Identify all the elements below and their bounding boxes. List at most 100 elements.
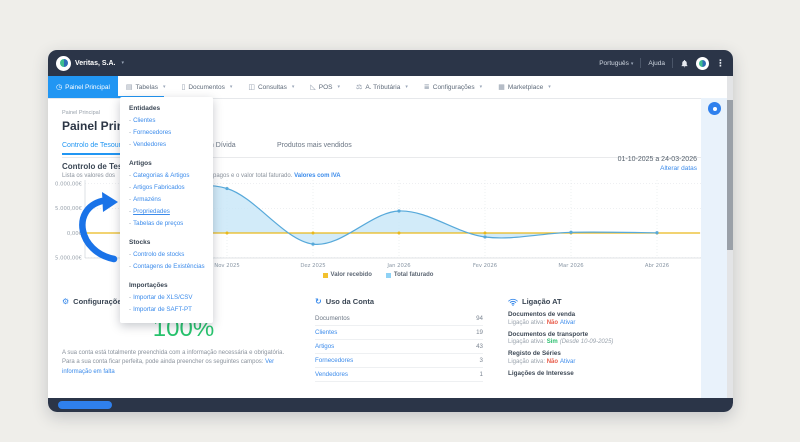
menu-section-entidades: Entidades <box>129 105 161 112</box>
language-selector[interactable]: Português ▾ <box>599 60 633 67</box>
status-value: Sim <box>546 339 558 345</box>
menu-item-artigos-fabricados[interactable]: - Artigos Fabricados <box>129 182 204 194</box>
company-name: Veritas, S.A. <box>75 59 116 67</box>
nav-item-label: Configurações <box>432 83 475 91</box>
chevron-down-icon: ▾ <box>229 84 233 90</box>
chevron-down-icon: ▾ <box>162 84 166 90</box>
kebab-menu-icon[interactable]: ⋮ <box>716 58 725 69</box>
scrollbar[interactable] <box>727 76 733 398</box>
legend-item-total-faturado: Total faturado <box>385 272 433 278</box>
scrollbar-thumb[interactable] <box>727 100 733 250</box>
breadcrumb[interactable]: Painel Principal <box>62 110 100 116</box>
usage-value: 43 <box>476 343 483 350</box>
menu-item-controlo-de-stocks[interactable]: - Controlo de stocks <box>129 249 204 261</box>
svg-text:Nov 2025: Nov 2025 <box>214 263 240 269</box>
notifications-bell-icon[interactable] <box>680 59 689 68</box>
nav-item-tabelas[interactable]: ▤ Tabelas ▾ <box>118 76 174 98</box>
usage-value: 3 <box>479 357 483 364</box>
date-range: 01-10-2025 a 24-03-2026 <box>617 156 697 163</box>
footer-chat-button[interactable] <box>58 401 112 409</box>
status-value: Não <box>546 319 559 326</box>
chevron-down-icon: ▾ <box>630 60 634 67</box>
at-entry-registo-de-series: Registo de Séries Ligação ativa: Não Ativa… <box>508 350 708 365</box>
usage-label[interactable]: Fornecedores <box>315 357 353 364</box>
nav-item-documentos[interactable]: ▯ Documentos ▾ <box>173 76 240 98</box>
logo-emblem-icon <box>59 59 68 67</box>
at-entry-documentos-de-venda: Documentos de venda Ligação ativa: Não Ati… <box>508 311 708 326</box>
menu-item-fornecedores[interactable]: - Fornecedores <box>129 127 204 139</box>
menu-item-armazens[interactable]: - Armazéns <box>129 194 204 206</box>
document-icon: ▯ <box>181 84 186 91</box>
usage-row-fornecedores[interactable]: Fornecedores 3 <box>315 354 483 368</box>
usage-label[interactable]: Artigos <box>315 343 334 350</box>
tab-produtos-mais-vendidos[interactable]: Produtos mais vendidos <box>277 142 352 153</box>
usage-label[interactable]: Clientes <box>315 329 337 336</box>
at-entry-ligacoes-de-interesse: Ligações de Interesse <box>508 370 708 377</box>
collapse-panel-button[interactable] <box>708 102 721 115</box>
usage-row-vendedores[interactable]: Vendedores 1 <box>315 368 483 382</box>
settings-sliders-icon: ≣ <box>423 84 430 91</box>
chevron-down-icon: ▾ <box>291 84 295 90</box>
arrowhead-icon <box>102 192 118 212</box>
annotation-arrow <box>79 192 118 263</box>
at-entry-title: Documentos de transporte <box>508 330 589 338</box>
nav-item-label: Consultas <box>257 83 287 91</box>
menu-item-vendedores[interactable]: - Vendedores <box>129 139 204 151</box>
company-switcher[interactable]: Veritas, S.A. ▾ <box>56 55 124 71</box>
wifi-icon <box>508 298 518 306</box>
nav-item-marketplace[interactable]: ▦ Marketplace ▾ <box>490 76 559 98</box>
nav-item-painel-principal[interactable]: ◷ Painel Principal <box>48 76 118 98</box>
at-entry-status: Ligação ativa: Não Ativar <box>508 358 576 365</box>
activate-link[interactable]: Ativar <box>560 320 575 326</box>
nav-item-pos[interactable]: ◺ POS ▾ <box>302 76 348 98</box>
menu-item-categorias-artigos[interactable]: - Categorias & Artigos <box>129 170 204 182</box>
at-widget-title: Ligação AT <box>522 297 562 306</box>
chevron-down-icon: ▾ <box>405 84 408 90</box>
svg-text:Abr 2026: Abr 2026 <box>645 263 670 269</box>
usage-label: Documentos <box>315 315 350 322</box>
nav-item-label: Marketplace <box>507 83 544 91</box>
svg-text:Dez 2025: Dez 2025 <box>300 263 325 269</box>
at-entry-documentos-de-transporte: Documentos de transporte Ligação ativa: S… <box>508 331 708 346</box>
tax-authority-icon: ⚖ <box>356 84 363 91</box>
legend-swatch-icon <box>322 272 328 278</box>
usage-label[interactable]: Vendedores <box>315 371 348 378</box>
tabelas-dropdown-menu: Entidades - Clientes - Fornecedores - Vendedor… <box>120 97 213 323</box>
nav-item-consultas[interactable]: ◫ Consultas ▾ <box>240 76 302 98</box>
refresh-circle-icon: ↻ <box>315 297 322 306</box>
usage-widget-title: Uso da Conta <box>325 297 375 306</box>
dot-icon <box>712 106 717 111</box>
tables-icon: ▤ <box>125 84 133 91</box>
chevron-down-icon: ▾ <box>479 84 483 90</box>
menu-item-tabelas-de-precos[interactable]: - Tabelas de preços <box>129 218 204 230</box>
company-logo <box>56 55 71 71</box>
change-dates-link[interactable]: Alterar datas <box>618 165 697 172</box>
status-note: (Desde 10-09-2025) <box>559 339 614 345</box>
nav-item-a-tributaria[interactable]: ⚖ A. Tributária ▾ <box>348 76 416 98</box>
nav-item-label: Painel Principal <box>65 83 110 91</box>
nav-item-label: POS <box>318 83 333 91</box>
config-widget-title: Configurações <box>73 297 126 306</box>
usage-row-artigos[interactable]: Artigos 43 <box>315 340 483 354</box>
nav-item-configuracoes[interactable]: ≣ Configurações ▾ <box>416 76 490 98</box>
usage-widget: ↻ Uso da Conta Documentos 94 Clientes 19 Arti… <box>315 297 483 382</box>
divider <box>640 58 642 68</box>
activate-link[interactable]: Ativar <box>560 359 575 365</box>
svg-text:Mar 2026: Mar 2026 <box>558 263 584 269</box>
menu-item-clientes[interactable]: - Clientes <box>129 115 204 127</box>
marketplace-grid-icon: ▦ <box>498 84 505 91</box>
chevron-down-icon: ▾ <box>337 84 341 90</box>
menu-item-importar-de-saft-pt[interactable]: - Importar de SAFT-PT <box>129 304 204 316</box>
screenshot-stage: Veritas, S.A. ▾ Português ▾ Ajuda ⋮ ◷ Pain… <box>0 0 800 442</box>
menu-item-importar-de-xls-csv[interactable]: - Importar de XLS/CSV <box>129 292 204 304</box>
menu-item-contagens-de-existencias[interactable]: - Contagens de Existências <box>129 261 205 273</box>
menu-item-propriedades[interactable]: - Propriedades <box>129 206 204 218</box>
help-link[interactable]: Ajuda <box>648 60 665 67</box>
divider <box>672 58 673 68</box>
nav-item-label: A. Tributária <box>365 83 401 91</box>
usage-row-documentos: Documentos 94 <box>315 312 483 326</box>
user-avatar[interactable] <box>696 56 709 70</box>
usage-row-clientes[interactable]: Clientes 19 <box>315 326 483 340</box>
svg-text:Jan 2026: Jan 2026 <box>386 263 411 269</box>
menu-section-importacoes: Importações <box>129 282 168 289</box>
